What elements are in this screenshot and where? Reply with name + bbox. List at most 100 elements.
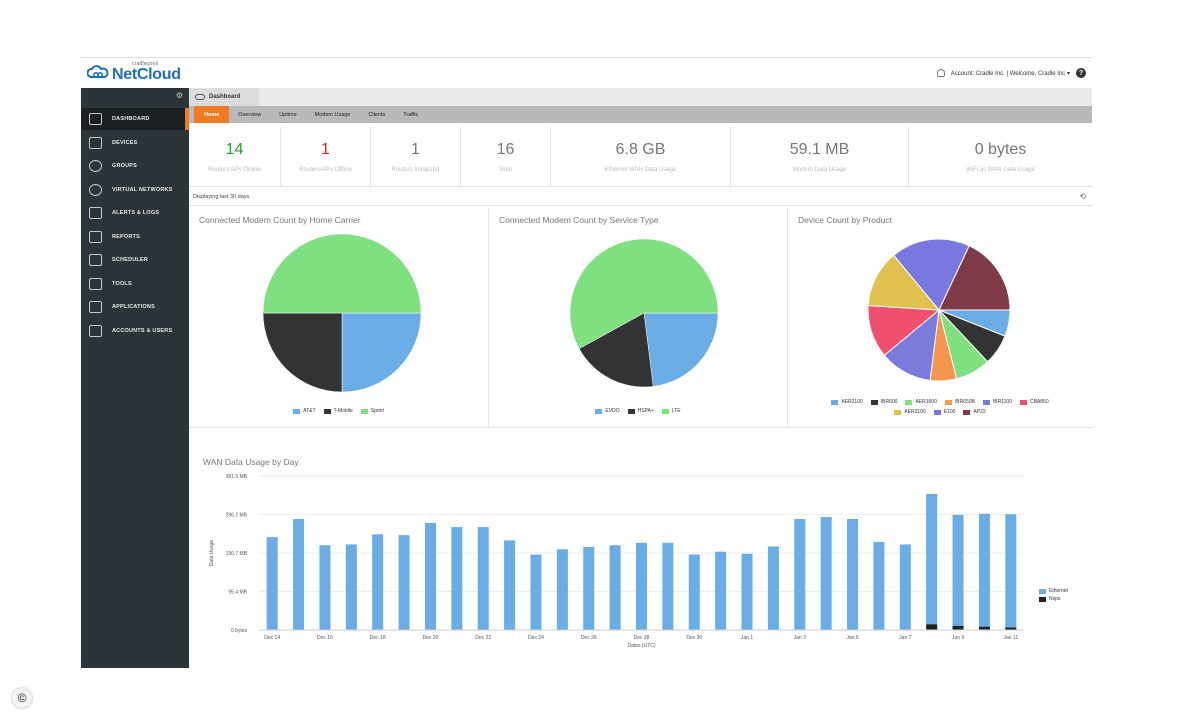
breadcrumb-dashboard[interactable]: Dashboard xyxy=(189,88,259,106)
bar-ethernet[interactable] xyxy=(688,554,700,630)
sidebar-item-accounts-users[interactable]: ACCOUNTS & USERS xyxy=(81,320,189,342)
legend-item-ibr600[interactable]: IBR600 xyxy=(870,399,897,405)
bar-ethernet[interactable] xyxy=(424,523,436,630)
legend-item-aer2100[interactable]: AER2100 xyxy=(831,399,863,405)
breadcrumb-label: Dashboard xyxy=(209,94,241,100)
sidebar-item-devices[interactable]: DEVICES xyxy=(81,132,189,154)
sidebar-item-alerts-logs[interactable]: ALERTS & LOGS xyxy=(81,202,189,224)
chart-legend: EVDO HSPA+ LTE xyxy=(489,408,787,414)
bar-ethernet[interactable] xyxy=(372,534,384,630)
stat-label: Total xyxy=(499,166,512,173)
bar-ethernet[interactable] xyxy=(767,546,779,630)
top-bar: cradlepoint NetCloud Account: Cradle Inc… xyxy=(81,58,1092,88)
applications-icon xyxy=(89,301,102,313)
y-tick-label: 190.7 MB xyxy=(226,551,248,557)
bar-ethernet[interactable] xyxy=(345,544,357,630)
stat-ethernet-wan-data-usage[interactable]: 6.8 GB Ethernet WAN Data Usage xyxy=(551,127,731,186)
settings-gear-icon[interactable]: ⚙ xyxy=(176,91,183,100)
bar-ethernet[interactable] xyxy=(847,518,859,630)
sidebar-item-groups[interactable]: GROUPS xyxy=(81,155,189,177)
legend-item-cba850[interactable]: CBA850 xyxy=(1019,399,1049,405)
stat-routers-aps-online[interactable]: 14 Routers/APs Online xyxy=(189,127,281,186)
legend-item-ibr650b[interactable]: IBR650B xyxy=(944,399,975,405)
refresh-icon[interactable]: ⟲ xyxy=(1079,192,1086,201)
chart-legend: AER2100 IBR600 AER1600 IBR650B IBR1100 CBA850… xyxy=(788,399,1092,415)
bar-ethernet[interactable] xyxy=(556,549,568,630)
legend-item-aer1600[interactable]: AER1600 xyxy=(905,399,937,405)
tab-modem-usage[interactable]: Modem Usage xyxy=(306,106,360,123)
sidebar-item-tools[interactable]: TOOLS xyxy=(81,273,189,295)
sidebar: ⚙ DASHBOARD DEVICES GROUPS VIRTUAL NETWORKS… xyxy=(81,88,189,668)
pie-slice-sprint[interactable] xyxy=(262,233,422,314)
legend-item-t-mobile[interactable]: T-Mobile xyxy=(323,408,353,414)
legend-item-ibr1100[interactable]: IBR1100 xyxy=(982,399,1012,405)
stat-routers-initialized[interactable]: 1 Routers Initialized xyxy=(371,127,461,186)
bar-nsps[interactable] xyxy=(926,624,938,630)
tab-home[interactable]: Home xyxy=(194,106,230,123)
bar-ethernet[interactable] xyxy=(899,544,911,630)
bar-ethernet[interactable] xyxy=(873,542,885,630)
legend-item-nsps[interactable]: Nsps xyxy=(1039,596,1068,602)
legend-item-sprint[interactable]: Sprint xyxy=(360,408,384,414)
legend-item-evdo[interactable]: EVDO xyxy=(595,408,620,414)
y-tick-label: 381.5 MB xyxy=(226,474,248,480)
legend-label: AER2100 xyxy=(841,399,863,405)
account-text[interactable]: Account: Cradle Inc. | Welcome, Cradle I… xyxy=(951,70,1070,77)
bar-ethernet[interactable] xyxy=(293,518,305,630)
legend-item-aer3100[interactable]: AER3100 xyxy=(894,409,926,415)
sidebar-item-virtual-networks[interactable]: VIRTUAL NETWORKS xyxy=(81,179,189,201)
bar-ethernet[interactable] xyxy=(741,553,753,630)
stat-modem-data-usage[interactable]: 59.1 MB Modem Data Usage xyxy=(731,127,909,186)
bar-ethernet[interactable] xyxy=(477,527,489,630)
legend-item-ethernet[interactable]: Ethernet xyxy=(1039,588,1068,594)
stat-routers-aps-offline[interactable]: 1 Routers/APs Offline xyxy=(281,127,371,186)
bar-ethernet[interactable] xyxy=(319,545,331,630)
bar-ethernet[interactable] xyxy=(794,518,806,630)
legend-label: Nsps xyxy=(1049,596,1061,602)
legend-item-hspa[interactable]: HSPA+ xyxy=(627,408,654,414)
bar-ethernet[interactable] xyxy=(583,546,595,630)
pie-slice-evdo[interactable] xyxy=(643,312,719,387)
bar-ethernet[interactable] xyxy=(451,527,463,630)
bar-nsps[interactable] xyxy=(952,625,964,630)
bar-ethernet[interactable] xyxy=(978,513,990,630)
bar-ethernet[interactable] xyxy=(636,542,647,630)
bar-ethernet[interactable] xyxy=(952,514,964,630)
logo[interactable]: cradlepoint NetCloud xyxy=(87,62,181,83)
sidebar-item-scheduler[interactable]: SCHEDULER xyxy=(81,249,189,271)
tab-uptime[interactable]: Uptime xyxy=(270,106,305,123)
bar-ethernet[interactable] xyxy=(266,537,278,630)
sidebar-item-applications[interactable]: APPLICATIONS xyxy=(81,296,189,318)
bar-ethernet[interactable] xyxy=(609,545,621,630)
pie-slice-at-t[interactable] xyxy=(341,312,422,393)
bar-ethernet[interactable] xyxy=(504,540,516,630)
legend-item-ap22[interactable]: AP22 xyxy=(963,409,986,415)
legend-item-lte[interactable]: LTE xyxy=(661,408,681,414)
legend-label: EVDO xyxy=(605,408,620,414)
reports-icon xyxy=(89,230,102,243)
legend-swatch xyxy=(963,409,971,415)
bar-ethernet[interactable] xyxy=(820,516,832,630)
account-menu[interactable]: Account: Cradle Inc. | Welcome, Cradle I… xyxy=(936,68,1086,78)
bar-ethernet[interactable] xyxy=(1005,514,1017,630)
tab-overview[interactable]: Overview xyxy=(229,106,270,123)
users-icon xyxy=(89,324,102,337)
pie-slice-t-mobile[interactable] xyxy=(262,312,343,393)
tab-clients[interactable]: Clients xyxy=(359,106,394,123)
stat-label: Ethernet WAN Data Usage xyxy=(604,166,677,173)
sidebar-item-dashboard[interactable]: DASHBOARD xyxy=(81,108,189,130)
bar-ethernet[interactable] xyxy=(398,535,410,630)
stat-wifi-as-wan-data-usage[interactable]: 0 bytes WiFi as WAN Data Usage xyxy=(909,127,1092,186)
legend-item-e100[interactable]: E100 xyxy=(933,409,955,415)
bar-ethernet[interactable] xyxy=(662,542,674,630)
legend-item-at-t[interactable]: AT&T xyxy=(293,408,316,414)
legend-swatch xyxy=(360,408,368,414)
stat-total[interactable]: 16 Total xyxy=(461,127,551,186)
bar-ethernet[interactable] xyxy=(530,554,542,630)
sidebar-item-reports[interactable]: REPORTS xyxy=(81,226,189,248)
y-axis-label: Data Usage xyxy=(209,540,215,567)
bar-ethernet[interactable] xyxy=(926,493,938,630)
help-icon[interactable]: ? xyxy=(1076,68,1086,78)
tab-traffic[interactable]: Traffic xyxy=(394,106,427,123)
bar-ethernet[interactable] xyxy=(715,551,727,630)
